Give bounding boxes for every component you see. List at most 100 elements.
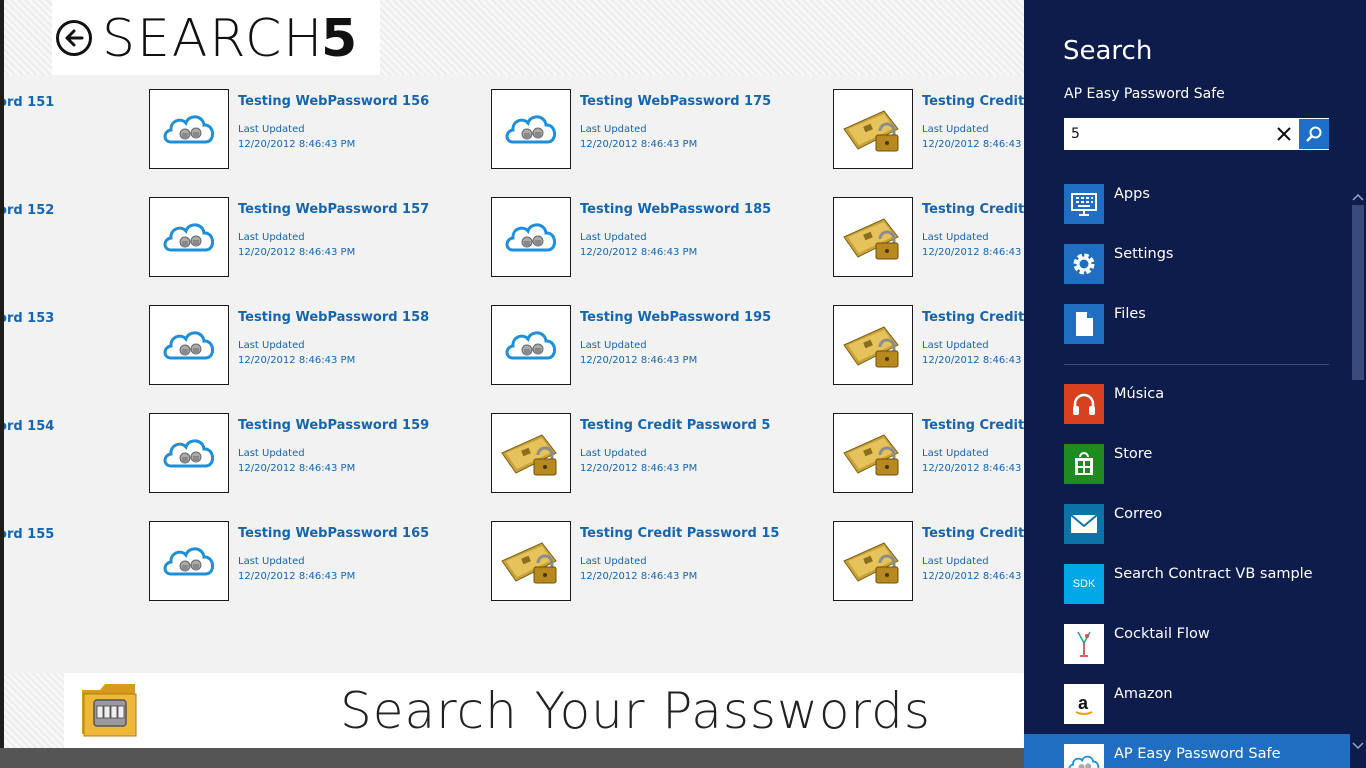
search-icon (1306, 126, 1322, 142)
result-date: 12/20/2012 8:46:43 PM (580, 571, 698, 582)
app-label: Música (1114, 386, 1165, 402)
result-date: 12/20/2012 8:46:43 PM (580, 139, 698, 150)
footer-slogan: Search Your Passwords (340, 682, 931, 740)
scope-label: Files (1114, 306, 1146, 322)
amazon-icon: a (1064, 684, 1104, 724)
result-tile[interactable]: Testing Credit Password 15 Last Updated 12… (491, 521, 801, 603)
app-label: Correo (1114, 506, 1163, 522)
file-icon (1064, 304, 1104, 344)
partial-item-title[interactable]: word 153 (0, 311, 54, 326)
scope-files[interactable]: Files (1064, 304, 1334, 344)
cloud-lock-icon (149, 521, 229, 601)
result-subtitle: Last Updated (238, 232, 305, 243)
cloud-lock-icon (491, 89, 571, 169)
partial-item-title[interactable]: word 154 (0, 419, 54, 434)
result-date: 12/20/2012 8:46:43 PM (238, 355, 356, 366)
result-tile[interactable]: Testing WebPassword 158 Last Updated 12/20… (149, 305, 459, 387)
search-button[interactable] (1299, 119, 1329, 149)
result-tile[interactable]: Testing WebPassword 156 Last Updated 12/20… (149, 89, 459, 171)
chevron-up-icon (1352, 193, 1364, 201)
result-tile[interactable]: Testing WebPassword 157 Last Updated 12/20… (149, 197, 459, 279)
partial-item-title[interactable]: word 152 (0, 203, 54, 218)
app-item[interactable]: SDK Search Contract VB sample (1064, 564, 1334, 604)
result-subtitle: Last Updated (922, 340, 989, 351)
result-tile[interactable]: Testing Credit Pa Last Updated 12/20/2012 … (833, 89, 1024, 171)
left-edge (0, 0, 4, 748)
scope-label: Apps (1114, 186, 1150, 202)
result-subtitle: Last Updated (580, 556, 647, 567)
app-bottom-bar (0, 748, 1024, 768)
chevron-down-icon (1352, 742, 1364, 750)
clear-search-button[interactable] (1271, 121, 1297, 147)
mail-icon (1064, 504, 1104, 544)
scope-apps[interactable]: Apps (1064, 184, 1334, 224)
app-item[interactable]: AP Easy Password Safe (1064, 744, 1334, 768)
result-title: Testing Credit Pa (922, 202, 1024, 217)
result-subtitle: Last Updated (580, 448, 647, 459)
app-item[interactable]: Música (1064, 384, 1334, 424)
result-title: Testing WebPassword 175 (580, 94, 772, 109)
result-subtitle: Last Updated (238, 448, 305, 459)
app-item[interactable]: Cocktail Flow (1064, 624, 1334, 664)
scroll-up-button[interactable] (1350, 189, 1366, 205)
page-title: SEARCH (102, 9, 325, 69)
app-label: AP Easy Password Safe (1114, 746, 1281, 762)
partial-item-title[interactable]: word 151 (0, 95, 54, 110)
close-icon (1277, 127, 1291, 141)
result-title: Testing WebPassword 158 (238, 310, 430, 325)
result-tile[interactable]: Testing Credit Password 5 Last Updated 12/… (491, 413, 801, 495)
result-title: Testing WebPassword 159 (238, 418, 430, 433)
gear-icon (1064, 244, 1104, 284)
result-date: 12/20/2012 8:46:43 PM (580, 247, 698, 258)
result-date: 12/20/2012 8:46:43 PM (922, 571, 1024, 582)
result-tile[interactable]: Testing WebPassword 159 Last Updated 12/20… (149, 413, 459, 495)
credit-card-lock-icon (833, 521, 913, 601)
result-tile[interactable]: Testing Credit Pa Last Updated 12/20/2012 … (833, 413, 1024, 495)
svg-text:a: a (1078, 693, 1089, 713)
scroll-down-button[interactable] (1350, 738, 1366, 754)
result-date: 12/20/2012 8:46:43 PM (238, 139, 356, 150)
result-subtitle: Last Updated (238, 340, 305, 351)
result-count: 5 (321, 9, 358, 69)
partial-item-title[interactable]: word 155 (0, 527, 54, 542)
result-subtitle: Last Updated (238, 124, 305, 135)
result-date: 12/20/2012 8:46:43 PM (580, 355, 698, 366)
result-tile[interactable]: Testing WebPassword 165 Last Updated 12/20… (149, 521, 459, 603)
result-title: Testing WebPassword 185 (580, 202, 772, 217)
app-item[interactable]: Store (1064, 444, 1334, 484)
result-tile[interactable]: Testing Credit Pa Last Updated 12/20/2012 … (833, 521, 1024, 603)
scope-settings[interactable]: Settings (1064, 244, 1334, 284)
result-tile[interactable]: Testing WebPassword 195 Last Updated 12/20… (491, 305, 801, 387)
scope-label: Settings (1114, 246, 1174, 262)
result-date: 12/20/2012 8:46:43 PM (922, 463, 1024, 474)
result-title: Testing Credit Password 5 (580, 418, 771, 433)
credit-card-lock-icon (833, 305, 913, 385)
search-input[interactable] (1071, 123, 1271, 145)
results-grid: word 151 word 152 word 153 word 154 word 155… (0, 75, 1024, 673)
result-date: 12/20/2012 8:46:43 PM (238, 247, 356, 258)
cloud-lock-icon (149, 197, 229, 277)
charm-app-name: AP Easy Password Safe (1064, 86, 1225, 102)
cloud-lock-icon (149, 305, 229, 385)
back-button[interactable] (56, 20, 92, 56)
result-tile[interactable]: Testing WebPassword 175 Last Updated 12/20… (491, 89, 801, 171)
result-title: Testing Credit Password 15 (580, 526, 780, 541)
result-subtitle: Last Updated (922, 124, 989, 135)
result-tile[interactable]: Testing Credit Pa Last Updated 12/20/2012 … (833, 197, 1024, 279)
app-item[interactable]: a Amazon (1064, 684, 1334, 724)
result-title: Testing Credit Pa (922, 310, 1024, 325)
scroll-thumb[interactable] (1352, 205, 1364, 380)
charm-scrollbar[interactable] (1350, 175, 1366, 768)
result-title: Testing WebPassword 157 (238, 202, 430, 217)
result-tile[interactable]: Testing Credit Pa Last Updated 12/20/2012 … (833, 305, 1024, 387)
result-tile[interactable]: Testing WebPassword 185 Last Updated 12/20… (491, 197, 801, 279)
credit-card-lock-icon (833, 413, 913, 493)
app-item[interactable]: Correo (1064, 504, 1334, 544)
cloud-lock-icon (149, 413, 229, 493)
result-date: 12/20/2012 8:46:43 PM (238, 571, 356, 582)
result-date: 12/20/2012 8:46:43 PM (580, 463, 698, 474)
result-subtitle: Last Updated (580, 124, 647, 135)
result-title: Testing Credit Pa (922, 94, 1024, 109)
cloud-lock-icon (491, 305, 571, 385)
result-date: 12/20/2012 8:46:43 PM (922, 247, 1024, 258)
